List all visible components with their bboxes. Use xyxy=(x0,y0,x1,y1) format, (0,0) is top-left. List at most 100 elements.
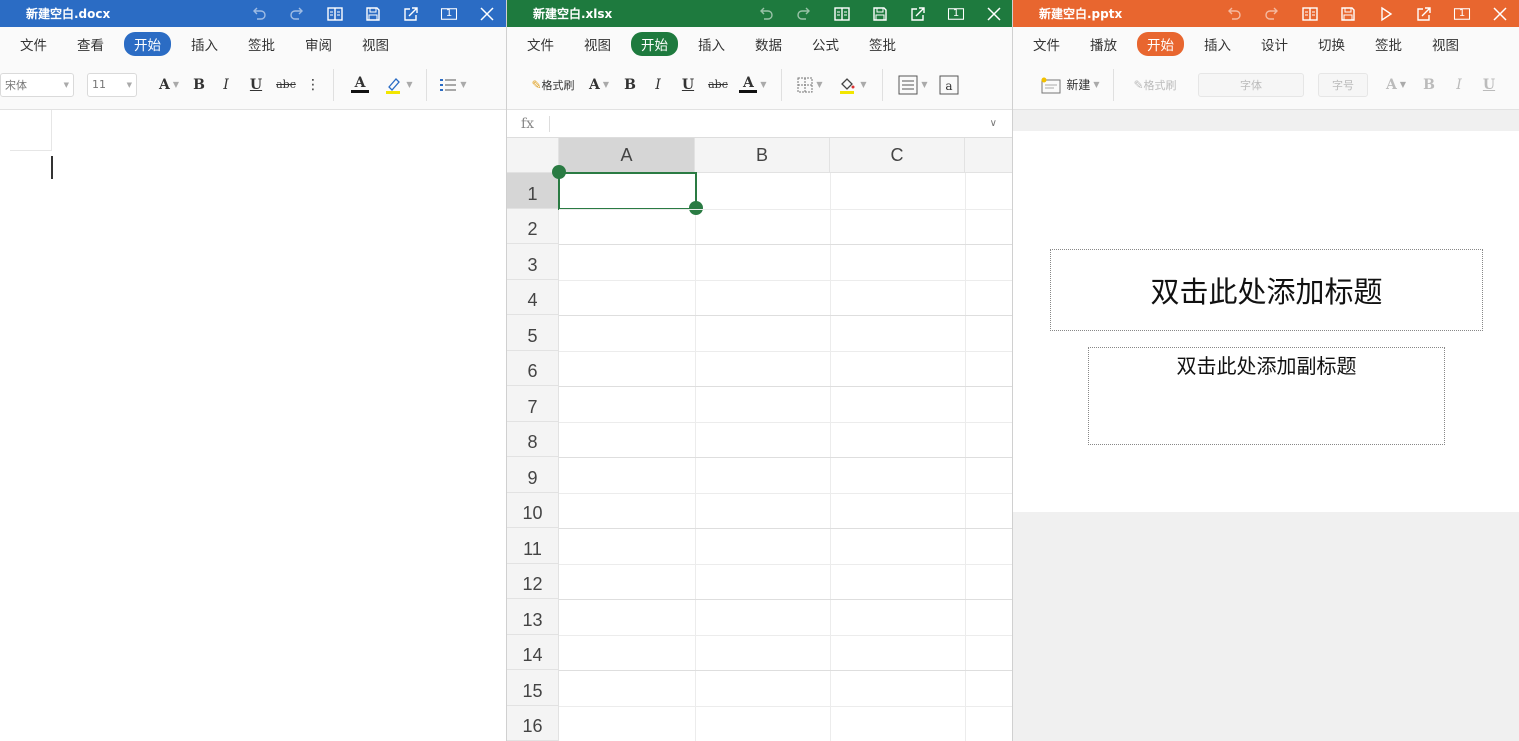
menu-file[interactable]: 文件 xyxy=(20,32,47,56)
menu-file[interactable]: 文件 xyxy=(1033,32,1060,56)
share-icon[interactable] xyxy=(1405,0,1443,27)
select-all-corner[interactable] xyxy=(507,138,559,173)
borders-button[interactable]: ▼ xyxy=(790,70,830,100)
font-size-select[interactable]: 字号 xyxy=(1318,72,1368,97)
font-color-button[interactable]: A ▼ xyxy=(733,70,773,100)
underline-button[interactable]: U xyxy=(1474,70,1504,100)
document-canvas[interactable] xyxy=(0,110,506,741)
redo-icon[interactable] xyxy=(785,0,823,27)
row-header-6[interactable]: 6 xyxy=(507,350,559,386)
row-header-10[interactable]: 10 xyxy=(507,492,559,528)
strikethrough-button[interactable]: abc xyxy=(703,70,733,100)
menu-layout[interactable]: 视图 xyxy=(362,32,389,56)
play-icon[interactable] xyxy=(1367,0,1405,27)
page-count-icon[interactable]: 1 xyxy=(937,0,975,27)
strikethrough-button[interactable]: abc xyxy=(271,70,301,100)
close-icon[interactable] xyxy=(975,0,1013,27)
read-mode-icon[interactable] xyxy=(1291,0,1329,27)
format-painter-button[interactable]: ✎ 格式刷 xyxy=(1122,70,1188,100)
new-slide-button[interactable]: 新建 ▼ xyxy=(1035,70,1105,100)
menu-annotate[interactable]: 签批 xyxy=(869,32,896,56)
highlight-button[interactable]: ▼ xyxy=(378,70,418,100)
page-count-icon[interactable]: 1 xyxy=(430,0,468,27)
selection-handle-top-left[interactable] xyxy=(552,165,566,179)
format-painter-button[interactable]: ✎ 格式刷 xyxy=(525,70,581,100)
row-header-9[interactable]: 9 xyxy=(507,457,559,493)
italic-button[interactable]: I xyxy=(643,70,673,100)
menu-review[interactable]: 审阅 xyxy=(305,32,332,56)
align-button[interactable]: ▼ xyxy=(891,70,935,100)
menu-design[interactable]: 设计 xyxy=(1261,32,1288,56)
more-button[interactable]: ⋮ xyxy=(301,70,325,100)
underline-button[interactable]: U xyxy=(673,70,703,100)
font-size-select[interactable]: 11 ▼ xyxy=(87,72,137,97)
row-header-3[interactable]: 3 xyxy=(507,244,559,280)
menu-insert[interactable]: 插入 xyxy=(1204,32,1231,56)
bold-button[interactable]: B xyxy=(1414,70,1444,100)
column-header-next[interactable] xyxy=(965,138,1013,173)
row-header-13[interactable]: 13 xyxy=(507,599,559,635)
row-header-7[interactable]: 7 xyxy=(507,386,559,422)
font-color-button[interactable]: A xyxy=(342,70,378,100)
menu-formula[interactable]: 公式 xyxy=(812,32,839,56)
row-header-1[interactable]: 1 xyxy=(507,173,559,209)
menu-home[interactable]: 开始 xyxy=(631,31,678,56)
slide-canvas[interactable]: 双击此处添加标题 双击此处添加副标题 xyxy=(1013,131,1519,512)
menu-view[interactable]: 视图 xyxy=(584,32,611,56)
redo-icon[interactable] xyxy=(1253,0,1291,27)
title-placeholder[interactable]: 双击此处添加标题 xyxy=(1050,249,1483,331)
bullet-list-button[interactable]: ▼ xyxy=(435,70,471,100)
font-size-grow-button[interactable]: A ▼ xyxy=(581,70,617,100)
fill-color-button[interactable]: ▼ xyxy=(830,70,874,100)
row-header-5[interactable]: 5 xyxy=(507,315,559,351)
undo-icon[interactable] xyxy=(1215,0,1253,27)
row-header-16[interactable]: 16 xyxy=(507,705,559,741)
row-header-2[interactable]: 2 xyxy=(507,208,559,244)
font-size-grow-button[interactable]: A ▼ xyxy=(1378,70,1414,100)
wrap-text-button[interactable]: a xyxy=(935,70,963,100)
save-icon[interactable] xyxy=(1329,0,1367,27)
row-header-14[interactable]: 14 xyxy=(507,634,559,670)
menu-play[interactable]: 播放 xyxy=(1090,32,1117,56)
menu-insert[interactable]: 插入 xyxy=(191,32,218,56)
row-header-4[interactable]: 4 xyxy=(507,279,559,315)
column-header-a[interactable]: A xyxy=(559,138,695,173)
menu-data[interactable]: 数据 xyxy=(755,32,782,56)
save-icon[interactable] xyxy=(861,0,899,27)
italic-button[interactable]: I xyxy=(1444,70,1474,100)
chevron-down-icon[interactable]: ∨ xyxy=(990,118,997,129)
row-header-8[interactable]: 8 xyxy=(507,421,559,457)
menu-annotate[interactable]: 签批 xyxy=(1375,32,1402,56)
font-name-select[interactable]: 字体 xyxy=(1198,72,1304,97)
bold-button[interactable]: B xyxy=(187,70,211,100)
row-header-15[interactable]: 15 xyxy=(507,670,559,706)
close-icon[interactable] xyxy=(468,0,506,27)
share-icon[interactable] xyxy=(392,0,430,27)
underline-button[interactable]: U xyxy=(241,70,271,100)
save-icon[interactable] xyxy=(354,0,392,27)
column-header-c[interactable]: C xyxy=(830,138,965,173)
italic-button[interactable]: I xyxy=(211,70,241,100)
font-size-grow-button[interactable]: A ▼ xyxy=(151,70,187,100)
subtitle-placeholder[interactable]: 双击此处添加副标题 xyxy=(1088,347,1445,445)
menu-insert[interactable]: 插入 xyxy=(698,32,725,56)
column-header-b[interactable]: B xyxy=(695,138,830,173)
read-mode-icon[interactable] xyxy=(823,0,861,27)
formula-input[interactable] xyxy=(550,110,1013,137)
undo-icon[interactable] xyxy=(240,0,278,27)
page-count-icon[interactable]: 1 xyxy=(1443,0,1481,27)
menu-layout[interactable]: 视图 xyxy=(1432,32,1459,56)
close-icon[interactable] xyxy=(1481,0,1519,27)
menu-view[interactable]: 查看 xyxy=(77,32,104,56)
bold-button[interactable]: B xyxy=(617,70,643,100)
menu-annotate[interactable]: 签批 xyxy=(248,32,275,56)
menu-home[interactable]: 开始 xyxy=(1137,31,1184,56)
row-header-11[interactable]: 11 xyxy=(507,528,559,564)
cell-grid[interactable]: A B C 1 2 3 4 5 6 7 8 9 10 11 12 13 14 15 16 xyxy=(507,138,1013,741)
font-name-select[interactable]: 宋体 ▼ xyxy=(0,72,74,97)
selected-cell-a1[interactable] xyxy=(558,172,697,210)
menu-file[interactable]: 文件 xyxy=(527,32,554,56)
row-header-12[interactable]: 12 xyxy=(507,563,559,599)
undo-icon[interactable] xyxy=(747,0,785,27)
redo-icon[interactable] xyxy=(278,0,316,27)
